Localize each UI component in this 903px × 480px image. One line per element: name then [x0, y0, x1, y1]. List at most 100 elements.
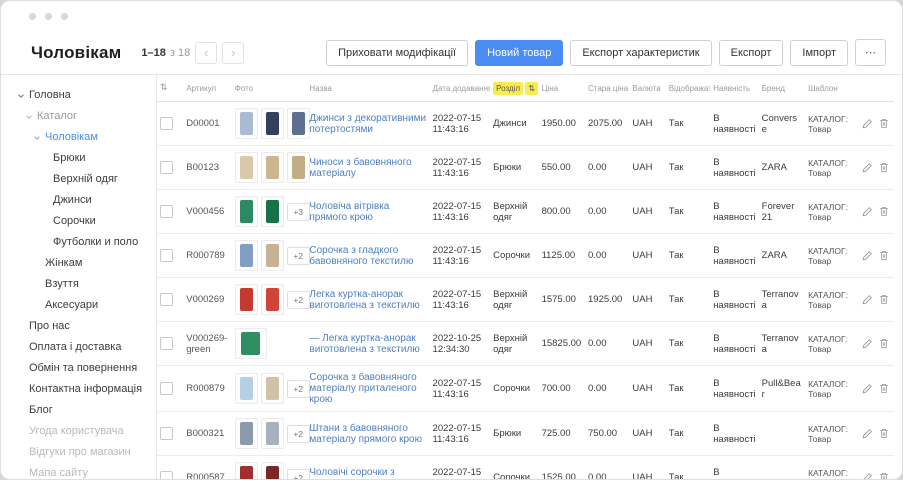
more-photos-badge[interactable]: +3 — [287, 203, 310, 221]
sidebar-item[interactable]: Футболки и поло — [1, 232, 156, 253]
more-photos-badge[interactable]: +2 — [287, 469, 310, 480]
product-name-link[interactable]: Сорочка з бавовняного матеріалу притален… — [309, 372, 416, 405]
product-name-link[interactable]: Чиноси з бавовняного матеріалу — [309, 157, 411, 179]
more-actions-button[interactable]: ⋯ — [855, 39, 886, 66]
edit-button[interactable] — [861, 162, 873, 174]
product-photo[interactable] — [261, 152, 284, 183]
product-photo[interactable] — [235, 240, 258, 271]
column-header-0[interactable]: Артикул — [183, 75, 231, 102]
product-photo[interactable] — [261, 108, 284, 139]
product-photo[interactable] — [261, 373, 284, 404]
column-header-9[interactable]: Наявність — [710, 75, 758, 102]
column-header-2[interactable]: Назва — [306, 75, 429, 102]
product-photo[interactable] — [287, 108, 310, 139]
column-header-6[interactable]: Стара ціна — [585, 75, 629, 102]
column-header-8[interactable]: Відображати — [666, 75, 710, 102]
delete-button[interactable] — [878, 471, 890, 479]
product-name-link[interactable]: Штани з бавовняного матеріалу прямого кр… — [309, 423, 422, 445]
product-name-link[interactable]: — Легка куртка-анорак виготовлена з текс… — [309, 333, 419, 355]
column-header-11[interactable]: Шаблон — [805, 75, 857, 102]
pagination-next-button[interactable]: › — [222, 42, 244, 64]
row-checkbox[interactable] — [160, 471, 173, 479]
edit-button[interactable] — [861, 250, 873, 262]
sidebar-item[interactable]: Каталог — [1, 106, 156, 127]
product-photo[interactable] — [235, 373, 258, 404]
sidebar-item[interactable]: Блог — [1, 400, 156, 421]
delete-button[interactable] — [878, 117, 890, 130]
delete-button[interactable] — [878, 382, 890, 395]
more-photos-badge[interactable]: +2 — [287, 291, 310, 309]
product-photo[interactable] — [261, 240, 284, 271]
column-header-7[interactable]: Валюта — [629, 75, 665, 102]
sidebar-item[interactable]: Відгуки про магазин — [1, 442, 156, 463]
sidebar-item[interactable]: Джинси — [1, 190, 156, 211]
sidebar-item[interactable]: Мапа сайту — [1, 463, 156, 479]
sidebar-item[interactable]: Сорочки — [1, 211, 156, 232]
import-button[interactable]: Імпорт — [790, 40, 848, 66]
sort-toggle-icon[interactable]: ⇅ — [525, 82, 538, 95]
product-photo[interactable] — [235, 108, 258, 139]
row-checkbox[interactable] — [160, 205, 173, 218]
row-checkbox[interactable] — [160, 249, 173, 262]
product-name-link[interactable]: Чоловіча вітрівка прямого крою — [309, 201, 389, 223]
product-photo[interactable] — [261, 196, 284, 227]
edit-button[interactable] — [861, 428, 873, 440]
product-photo[interactable] — [235, 328, 267, 359]
pagination-prev-button[interactable]: ‹ — [195, 42, 217, 64]
product-photo[interactable] — [235, 196, 258, 227]
sidebar-item[interactable]: Жінкам — [1, 253, 156, 274]
column-header-10[interactable]: Бренд — [759, 75, 805, 102]
product-photo[interactable] — [235, 462, 258, 479]
edit-button[interactable] — [861, 472, 873, 480]
edit-button[interactable] — [861, 338, 873, 350]
more-photos-badge[interactable]: +2 — [287, 425, 310, 443]
sidebar-item[interactable]: Угода користувача — [1, 421, 156, 442]
sidebar-item[interactable]: Про нас — [1, 316, 156, 337]
more-photos-badge[interactable]: +2 — [287, 380, 310, 398]
product-name-link[interactable]: Джинси з декоративними потертостями — [309, 113, 426, 135]
window-control-dot-1[interactable] — [29, 13, 36, 20]
product-name-link[interactable]: Легка куртка-анорак виготовлена з тексти… — [309, 289, 419, 311]
edit-button[interactable] — [861, 383, 873, 395]
delete-button[interactable] — [878, 293, 890, 306]
delete-button[interactable] — [878, 249, 890, 262]
delete-button[interactable] — [878, 205, 890, 218]
sidebar-item[interactable]: Чоловікам — [1, 127, 156, 148]
hide-modifications-button[interactable]: Приховати модифікації — [326, 40, 468, 66]
sidebar-item[interactable]: Аксесуари — [1, 295, 156, 316]
export-characteristics-button[interactable]: Експорт характеристик — [570, 40, 711, 66]
edit-button[interactable] — [861, 294, 873, 306]
product-name-link[interactable]: Чоловічі сорочки з легкого текстилю — [309, 467, 394, 480]
sidebar-item[interactable]: Контактна інформація — [1, 379, 156, 400]
product-name-link[interactable]: Сорочка з гладкого бавовняного текстилю — [309, 245, 413, 267]
product-photo[interactable] — [261, 284, 284, 315]
delete-button[interactable] — [878, 427, 890, 440]
column-header-4[interactable]: Розділ ⇅ — [490, 75, 538, 102]
delete-button[interactable] — [878, 337, 890, 350]
sidebar-item[interactable]: Оплата і доставка — [1, 337, 156, 358]
sidebar-item[interactable]: Взуття — [1, 274, 156, 295]
row-checkbox[interactable] — [160, 161, 173, 174]
window-control-dot-2[interactable] — [45, 13, 52, 20]
edit-button[interactable] — [861, 118, 873, 130]
sidebar-item[interactable]: Брюки — [1, 148, 156, 169]
product-photo[interactable] — [287, 152, 310, 183]
row-checkbox[interactable] — [160, 293, 173, 306]
sidebar-item[interactable]: Головна — [1, 85, 156, 106]
column-header-1[interactable]: Фото — [232, 75, 307, 102]
row-checkbox[interactable] — [160, 117, 173, 130]
product-photo[interactable] — [261, 462, 284, 479]
more-photos-badge[interactable]: +2 — [287, 247, 310, 265]
edit-button[interactable] — [861, 206, 873, 218]
column-header-3[interactable]: Дата додавання — [430, 75, 491, 102]
product-photo[interactable] — [235, 284, 258, 315]
delete-button[interactable] — [878, 161, 890, 174]
export-button[interactable]: Експорт — [719, 40, 784, 66]
row-checkbox[interactable] — [160, 427, 173, 440]
sidebar-item[interactable]: Обмін та повернення — [1, 358, 156, 379]
product-photo[interactable] — [261, 418, 284, 449]
column-header-5[interactable]: Ціна — [539, 75, 585, 102]
new-product-button[interactable]: Новий товар — [475, 40, 563, 66]
product-photo[interactable] — [235, 418, 258, 449]
row-checkbox[interactable] — [160, 382, 173, 395]
